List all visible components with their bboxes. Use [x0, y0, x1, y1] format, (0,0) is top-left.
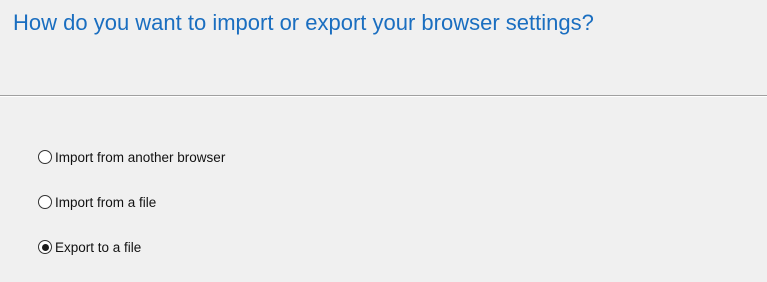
option-label: Export to a file [55, 239, 142, 255]
dialog-header: How do you want to import or export your… [0, 0, 767, 95]
option-label: Import from a file [55, 194, 157, 210]
radio-checked-icon[interactable] [38, 240, 52, 254]
header-divider [0, 95, 767, 97]
radio-unchecked-icon[interactable] [38, 150, 52, 164]
option-export-to-file[interactable]: Export to a file [38, 237, 225, 257]
dialog-title: How do you want to import or export your… [13, 10, 594, 35]
radio-unchecked-icon[interactable] [38, 195, 52, 209]
option-import-from-file[interactable]: Import from a file [38, 192, 225, 212]
option-import-from-browser[interactable]: Import from another browser [38, 147, 225, 167]
option-label: Import from another browser [55, 149, 226, 165]
